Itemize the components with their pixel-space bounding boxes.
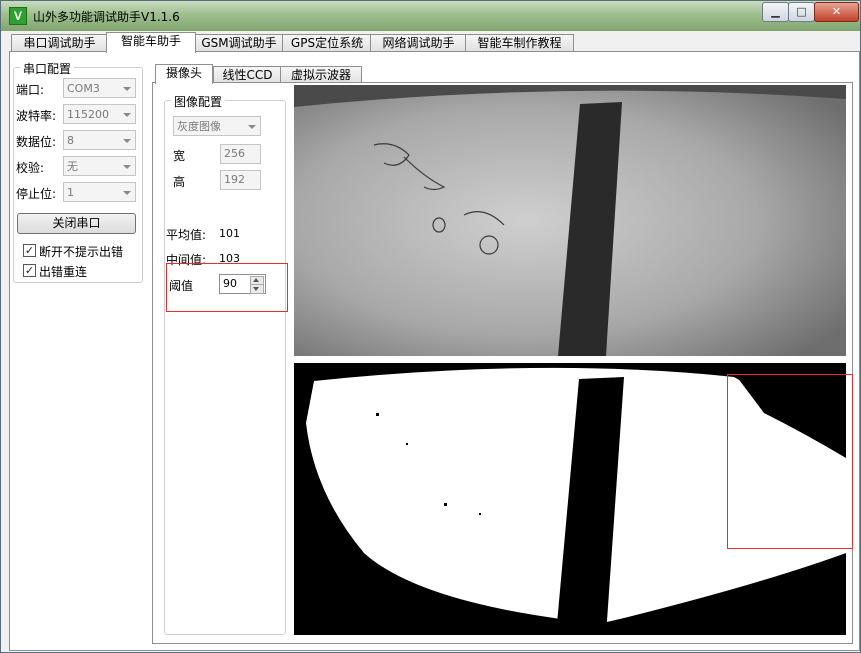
tab-smart-car[interactable]: 智能车助手 [106,32,196,53]
height-label: 高 [173,175,186,189]
image-config-title: 图像配置 [171,93,226,110]
close-button[interactable]: ✕ [814,2,859,22]
height-field[interactable]: 192 [220,170,261,190]
threshold-highlight-box [166,263,288,312]
chevron-down-icon [123,113,131,117]
tab-gps[interactable]: GPS定位系统 [282,34,372,52]
parity-value: 无 [67,160,78,173]
grayscale-camera-view [294,85,846,356]
width-field[interactable]: 256 [220,144,261,164]
baud-label: 波特率: [16,109,57,123]
mean-value: 101 [219,227,240,240]
serial-config-title: 串口配置 [20,60,75,77]
chevron-down-icon [123,87,131,91]
mean-label: 平均值: [166,228,207,242]
chevron-down-icon [123,191,131,195]
stopbits-value: 1 [67,186,74,199]
port-label: 端口: [16,83,45,97]
port-value: COM3 [67,82,100,95]
databits-value: 8 [67,134,74,147]
region-highlight-box [727,374,853,549]
image-mode-select[interactable]: 灰度图像 [173,116,261,136]
port-select[interactable]: COM3 [63,78,136,98]
parity-select[interactable]: 无 [63,156,136,176]
baud-value: 115200 [67,108,109,121]
auto-reconnect-checkbox[interactable]: ✓ [23,264,36,277]
parity-label: 校验: [16,161,45,175]
databits-label: 数据位: [16,135,57,149]
databits-select[interactable]: 8 [63,130,136,150]
stopbits-label: 停止位: [16,187,57,201]
window-title: 山外多功能调试助手V1.1.6 [33,10,180,24]
tab-network-debug[interactable]: 网络调试助手 [370,34,467,52]
minimize-button[interactable]: ▁ [762,2,789,22]
title-bar[interactable]: V 山外多功能调试助手V1.1.6 ▁ □ ✕ [1,1,860,31]
baud-select[interactable]: 115200 [63,104,136,124]
stopbits-select[interactable]: 1 [63,182,136,202]
width-label: 宽 [173,149,186,163]
chevron-down-icon [248,125,256,129]
app-window: V 山外多功能调试助手V1.1.6 ▁ □ ✕ 串口调试助手 智能车助手 GSM… [0,0,861,653]
subtab-camera[interactable]: 摄像头 [155,64,213,84]
image-mode-value: 灰度图像 [177,120,221,133]
maximize-button[interactable]: □ [788,2,815,22]
tab-serial-debug[interactable]: 串口调试助手 [11,34,108,52]
tab-car-tutorial[interactable]: 智能车制作教程 [465,34,574,52]
chevron-down-icon [123,165,131,169]
app-logo-icon: V [9,7,27,25]
no-error-prompt-checkbox[interactable]: ✓ [23,244,36,257]
auto-reconnect-label: 出错重连 [39,265,88,279]
close-port-button[interactable]: 关闭串口 [17,213,136,234]
no-error-prompt-label: 断开不提示出错 [39,245,124,259]
camera-image [294,85,846,356]
tab-gsm-debug[interactable]: GSM调试助手 [194,34,284,52]
chevron-down-icon [123,139,131,143]
